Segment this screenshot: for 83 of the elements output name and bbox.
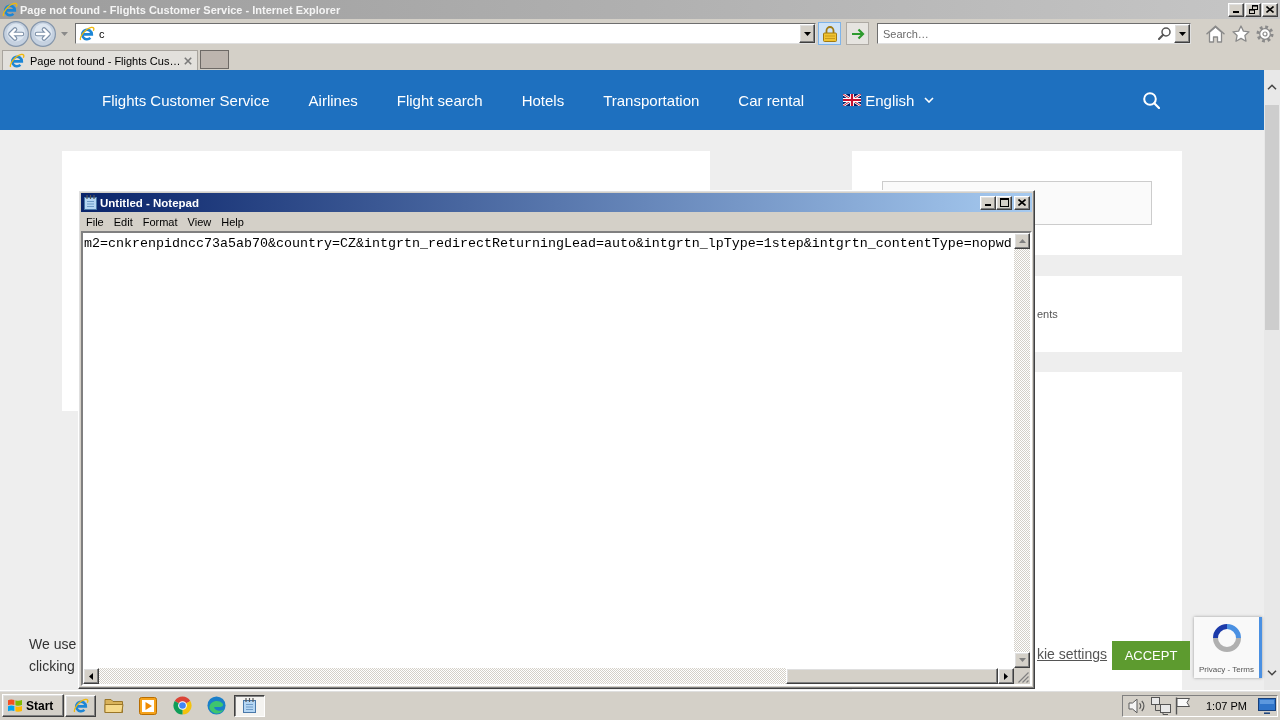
- close-icon: [1018, 199, 1026, 206]
- start-button[interactable]: Start: [2, 694, 64, 717]
- speaker-icon[interactable]: [1128, 697, 1146, 714]
- chrome-icon: [172, 696, 192, 715]
- media-player-icon: [139, 696, 157, 715]
- scroll-up-button[interactable]: [1014, 233, 1030, 249]
- maximize-button[interactable]: [996, 195, 1012, 210]
- notepad-icon: [243, 698, 256, 713]
- scroll-left-button[interactable]: [83, 668, 99, 684]
- home-icon[interactable]: [1206, 24, 1225, 43]
- taskbar-button[interactable]: [234, 694, 265, 717]
- network-icon[interactable]: [1151, 696, 1171, 715]
- scroll-down-icon[interactable]: [1267, 670, 1277, 676]
- cookie-notice-text: clicking: [29, 657, 76, 676]
- restore-icon: [1248, 5, 1258, 14]
- gear-icon[interactable]: [1256, 24, 1274, 43]
- dropdown-button[interactable]: [799, 24, 815, 43]
- minimize-button[interactable]: [980, 195, 996, 210]
- scrollbar-thumb[interactable]: [1265, 105, 1279, 330]
- padlock-icon: [822, 25, 837, 42]
- menu-item[interactable]: View: [182, 215, 217, 228]
- menu-item[interactable]: Format: [137, 215, 183, 228]
- close-button[interactable]: [1014, 195, 1030, 210]
- uk-flag-icon: [843, 94, 862, 106]
- cookie-settings-link[interactable]: kie settings: [1037, 646, 1108, 662]
- window-title: Untitled - Notepad: [100, 196, 200, 209]
- scroll-right-button[interactable]: [998, 668, 1014, 684]
- notepad-icon: [84, 195, 97, 210]
- left-arrow-icon[interactable]: [89, 672, 93, 680]
- chevron-down-icon: [924, 97, 935, 103]
- edge-icon: [206, 696, 226, 715]
- minimize-icon: [1233, 10, 1239, 13]
- nav-link[interactable]: Flight search: [396, 91, 483, 109]
- address-field[interactable]: c: [75, 23, 816, 44]
- scrollbar-thumb[interactable]: [786, 668, 998, 684]
- search-icon[interactable]: [1143, 91, 1160, 109]
- recaptcha-logo-icon: [1211, 623, 1242, 653]
- internet-explorer-icon: [79, 25, 95, 42]
- dropdown-arrow-icon[interactable]: [803, 31, 811, 36]
- menu-item[interactable]: File: [81, 215, 109, 228]
- resize-grip-icon[interactable]: [1018, 672, 1029, 683]
- dropdown-button[interactable]: [1174, 24, 1190, 43]
- forward-button[interactable]: [30, 20, 56, 47]
- internet-explorer-icon: [2, 1, 18, 18]
- back-button[interactable]: [3, 20, 29, 47]
- new-tab-button[interactable]: [200, 50, 229, 69]
- desktop-icon[interactable]: [1258, 697, 1276, 714]
- menu-item[interactable]: Edit: [108, 215, 138, 228]
- menu-item[interactable]: Help: [216, 215, 249, 228]
- close-icon[interactable]: [184, 56, 192, 65]
- close-button[interactable]: [1262, 2, 1278, 17]
- maximize-icon: [999, 198, 1009, 207]
- restore-button[interactable]: [1245, 2, 1261, 17]
- scroll-down-button[interactable]: [1014, 652, 1030, 668]
- minimize-button[interactable]: [1228, 2, 1244, 17]
- text-editor-field[interactable]: m2=cnkrenpidncc73a5ab70&country=CZ&intgrtn_redirectReturningLead=auto&intgrtn_lpType=1step&intgrtn_contentType=nopwd: [83, 233, 1014, 668]
- internet-explorer-icon: [72, 697, 89, 714]
- go-arrow-icon: [850, 27, 865, 40]
- nav-link[interactable]: Transportation: [603, 91, 700, 109]
- folder-icon: [104, 697, 124, 714]
- sidebar-text: ents: [1037, 308, 1058, 320]
- nav-link[interactable]: Flights Customer Service: [102, 91, 270, 109]
- window-title: Page not found - Flights Customer Service - Internet Explorer: [20, 3, 341, 16]
- language-selector[interactable]: English: [843, 91, 935, 109]
- search-field[interactable]: Search…: [877, 23, 1191, 44]
- privacy-terms-link[interactable]: Privacy - Terms: [1199, 665, 1254, 674]
- nav-link[interactable]: Car rental: [738, 91, 805, 109]
- windows-logo-icon: [7, 698, 23, 713]
- nav-link[interactable]: Hotels: [521, 91, 565, 109]
- scroll-up-icon[interactable]: [1267, 84, 1277, 90]
- minimize-icon: [985, 203, 991, 206]
- clock-text: 1:07 PM: [1206, 699, 1247, 712]
- close-icon: [1266, 6, 1274, 13]
- browser-tab[interactable]: Page not found - Flights Cus…: [2, 50, 198, 70]
- search-icon[interactable]: [1158, 27, 1171, 40]
- nav-link[interactable]: Airlines: [308, 91, 358, 109]
- go-button[interactable]: [846, 22, 869, 45]
- cookie-notice-text: We use: [29, 635, 77, 654]
- right-arrow-icon[interactable]: [1004, 672, 1008, 680]
- star-icon[interactable]: [1232, 24, 1250, 43]
- internet-explorer-icon: [9, 52, 25, 69]
- flag-icon[interactable]: [1175, 696, 1191, 715]
- dropdown-arrow-icon[interactable]: [1178, 31, 1186, 36]
